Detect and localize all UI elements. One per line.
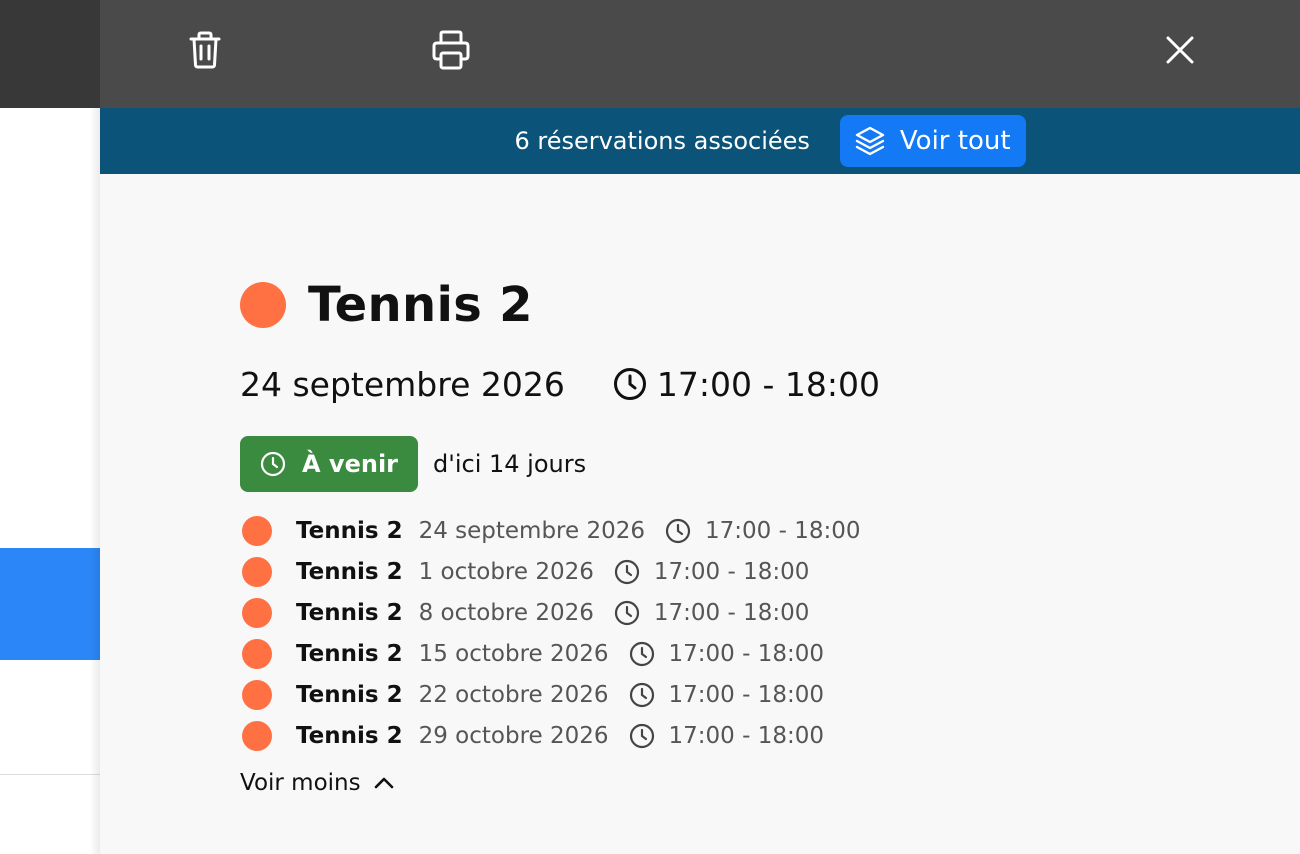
print-button[interactable]	[427, 26, 475, 74]
view-all-label: Voir tout	[899, 126, 1011, 156]
resource-color-dot	[240, 282, 286, 328]
background-divider	[0, 774, 100, 775]
show-less-label: Voir moins	[240, 770, 361, 796]
occurrence-time: 17:00 - 18:00	[668, 681, 825, 708]
list-item[interactable]: Tennis 2 22 octobre 2026 17:00 - 18:00	[240, 674, 880, 715]
clock-icon	[665, 518, 691, 543]
list-item[interactable]: Tennis 2 15 octobre 2026 17:00 - 18:00	[240, 633, 880, 674]
clock-icon	[613, 368, 646, 400]
occurrence-time: 17:00 - 18:00	[653, 558, 810, 585]
occurrence-name: Tennis 2	[296, 558, 403, 585]
clock-icon	[614, 559, 639, 584]
status-label: À venir	[302, 450, 398, 478]
occurrence-name: Tennis 2	[296, 517, 403, 544]
close-button[interactable]	[1156, 26, 1204, 74]
occurrence-time-wrap: 17:00 - 18:00	[614, 599, 810, 626]
occurrence-time-wrap: 17:00 - 18:00	[614, 558, 810, 585]
clock-icon	[629, 723, 654, 748]
occurrence-date: 29 octobre 2026	[418, 722, 609, 749]
status-badge: À venir	[240, 436, 418, 492]
booking-title-row: Tennis 2	[240, 270, 880, 340]
booking-time: 17:00 - 18:00	[656, 364, 880, 404]
booking-title: Tennis 2	[308, 277, 533, 333]
occurrence-date: 8 octobre 2026	[418, 599, 594, 626]
booking-detail-panel: 6 réservations associées Voir tout Tenni…	[100, 0, 1300, 854]
layers-icon	[855, 126, 885, 156]
delete-button[interactable]	[181, 26, 229, 74]
occurrence-date: 1 octobre 2026	[418, 558, 594, 585]
list-item[interactable]: Tennis 2 29 octobre 2026 17:00 - 18:00	[240, 715, 880, 756]
booking-content: Tennis 2 24 septembre 2026 17:00 - 18:00…	[240, 270, 880, 796]
occurrence-time: 17:00 - 18:00	[668, 722, 825, 749]
clock-icon	[629, 682, 654, 707]
occurrence-date: 15 octobre 2026	[418, 640, 609, 667]
occurrence-date: 22 octobre 2026	[418, 681, 609, 708]
occurrence-list: Tennis 2 24 septembre 2026 17:00 - 18:00…	[240, 510, 880, 756]
resource-color-dot	[242, 720, 272, 751]
occurrence-name: Tennis 2	[296, 640, 403, 667]
occurrence-time-wrap: 17:00 - 18:00	[629, 722, 825, 749]
close-icon	[1166, 36, 1194, 64]
resource-color-dot	[242, 556, 272, 587]
resource-color-dot	[242, 679, 272, 710]
printer-icon	[432, 30, 470, 70]
background-selected-item[interactable]	[0, 548, 100, 660]
occurrence-time-wrap: 17:00 - 18:00	[665, 518, 861, 544]
panel-shadow	[90, 108, 100, 854]
booking-status-row: À venir d'ici 14 jours	[240, 436, 880, 492]
booking-time-wrap: 17:00 - 18:00	[613, 365, 880, 404]
show-less-toggle[interactable]: Voir moins	[240, 770, 880, 796]
booking-date: 24 septembre 2026	[240, 364, 565, 404]
clock-icon	[629, 641, 654, 666]
panel-toolbar	[100, 0, 1300, 108]
status-relative-time: d'ici 14 jours	[433, 450, 587, 478]
occurrence-name: Tennis 2	[296, 681, 403, 708]
booking-datetime: 24 septembre 2026 17:00 - 18:00	[240, 360, 880, 408]
trash-icon	[189, 31, 221, 69]
clock-icon	[614, 600, 639, 625]
associated-bookings-banner: 6 réservations associées Voir tout	[100, 108, 1300, 174]
background-header	[0, 0, 100, 108]
occurrence-time-wrap: 17:00 - 18:00	[629, 640, 825, 667]
background-app	[0, 0, 100, 854]
clock-icon	[260, 451, 286, 477]
list-item[interactable]: Tennis 2 24 septembre 2026 17:00 - 18:00	[240, 510, 880, 551]
occurrence-time: 17:00 - 18:00	[705, 517, 861, 544]
list-item[interactable]: Tennis 2 1 octobre 2026 17:00 - 18:00	[240, 551, 880, 592]
resource-color-dot	[242, 515, 272, 546]
occurrence-time: 17:00 - 18:00	[653, 599, 810, 626]
occurrence-name: Tennis 2	[296, 599, 403, 626]
resource-color-dot	[242, 597, 272, 628]
associated-bookings-count: 6 réservations associées	[514, 127, 810, 155]
occurrence-time-wrap: 17:00 - 18:00	[629, 681, 825, 708]
list-item[interactable]: Tennis 2 8 octobre 2026 17:00 - 18:00	[240, 592, 880, 633]
chevron-up-icon	[374, 777, 393, 789]
occurrence-time: 17:00 - 18:00	[668, 640, 825, 667]
occurrence-date: 24 septembre 2026	[418, 517, 646, 544]
view-all-button[interactable]: Voir tout	[839, 115, 1026, 167]
occurrence-name: Tennis 2	[296, 722, 403, 749]
resource-color-dot	[242, 638, 272, 669]
